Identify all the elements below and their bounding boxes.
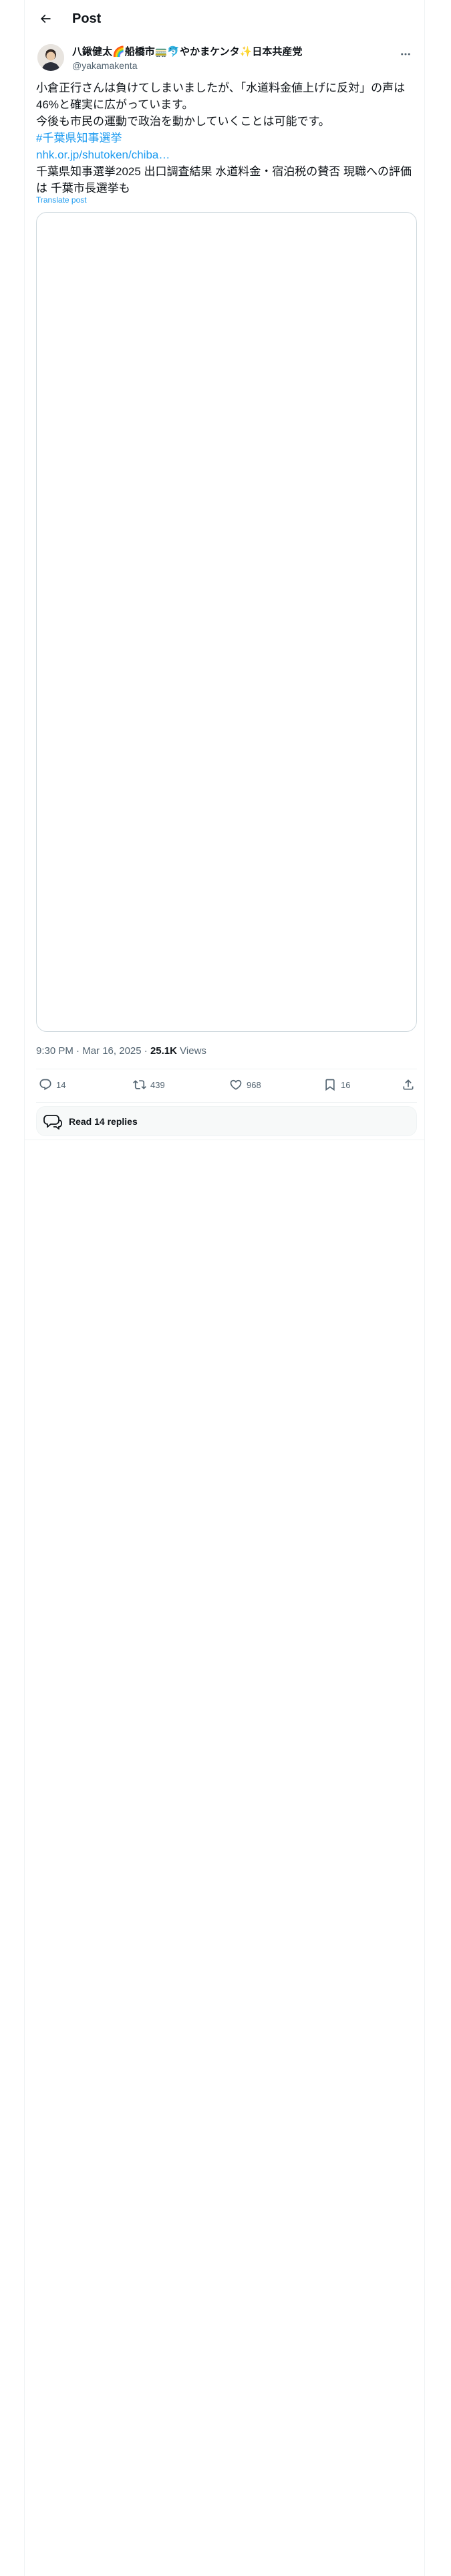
reply-button[interactable]: 14 <box>39 1078 65 1091</box>
back-button[interactable] <box>32 5 59 32</box>
avatar-image <box>37 44 64 71</box>
post-time[interactable]: 9:30 PM <box>36 1045 73 1057</box>
name-part-3: やかまケンタ <box>180 46 240 58</box>
page: Post 八鍬健太🌈船橋市🚃🐬やかまケンタ✨日本共産党 @yakamakenta… <box>0 0 451 2576</box>
share-icon <box>403 1079 414 1090</box>
arrow-left-icon <box>40 14 51 23</box>
bookmark-icon <box>325 1079 335 1091</box>
user-handle[interactable]: @yakamakenta <box>72 59 137 72</box>
header: Post <box>24 0 425 37</box>
sparkle-icon: ✨ <box>239 46 253 58</box>
translate-post-link[interactable]: Translate post <box>36 195 87 205</box>
link-preview-card[interactable] <box>36 212 417 1032</box>
name-part-4: 日本共産党 <box>252 46 303 58</box>
reply-icon <box>39 1079 51 1091</box>
post-line-3: 千葉県知事選挙2025 出口調査結果 水道料金・宿泊税の賛否 現職への評価は 千… <box>36 165 412 195</box>
external-link[interactable]: nhk.or.jp/shutoken/chiba… <box>36 146 417 163</box>
divider <box>36 1102 417 1103</box>
avatar[interactable] <box>37 44 64 71</box>
hashtag-link[interactable]: #千葉県知事選挙 <box>36 130 417 146</box>
heart-icon <box>230 1079 242 1090</box>
share-button[interactable] <box>402 1078 415 1091</box>
speech-bubbles-icon <box>43 1114 62 1130</box>
views-count: 25.1K <box>150 1045 177 1057</box>
bookmark-button[interactable]: 16 <box>323 1078 350 1091</box>
reply-count: 14 <box>56 1079 66 1090</box>
train-icon: 🚃 <box>154 46 168 58</box>
dolphin-icon: 🐬 <box>167 46 180 58</box>
separator-dot: · <box>76 1045 80 1057</box>
display-name[interactable]: 八鍬健太🌈船橋市🚃🐬やかまケンタ✨日本共産党 <box>72 45 302 59</box>
read-replies-button[interactable]: Read 14 replies <box>36 1106 417 1136</box>
like-count: 968 <box>247 1079 261 1090</box>
page-title: Post <box>72 11 102 26</box>
like-button[interactable]: 968 <box>229 1078 261 1091</box>
name-part-2: 船橋市 <box>124 46 155 58</box>
read-replies-label: Read 14 replies <box>69 1115 138 1127</box>
views-label: Views <box>180 1045 206 1057</box>
repost-button[interactable]: 439 <box>133 1078 165 1091</box>
name-part-1: 八鍬健太 <box>72 46 113 58</box>
more-dots-icon <box>401 53 410 56</box>
post-author: 八鍬健太🌈船橋市🚃🐬やかまケンタ✨日本共産党 @yakamakenta <box>35 43 422 75</box>
repost-icon <box>133 1080 146 1089</box>
post-text: 小倉正行さんは負けてしまいましたが、「水道料金値上げに反対」の声は46%と確実に… <box>36 80 417 197</box>
action-bar: 14 439 968 16 <box>36 1070 417 1102</box>
post-line-2: 今後も市民の運動で政治を動かしていくことは可能です。 <box>36 115 330 128</box>
repost-count: 439 <box>150 1079 165 1090</box>
bookmark-count: 16 <box>341 1079 351 1090</box>
post-line-1: 小倉正行さんは負けてしまいましたが、「水道料金値上げに反対」の声は46%と確実に… <box>36 82 406 111</box>
post-date[interactable]: Mar 16, 2025 <box>82 1045 141 1057</box>
separator-dot: · <box>144 1045 148 1057</box>
rainbow-icon: 🌈 <box>112 46 125 58</box>
more-options-button[interactable] <box>394 43 417 66</box>
post-metadata: 9:30 PM · Mar 16, 2025 · 25.1K Views <box>36 1045 206 1058</box>
